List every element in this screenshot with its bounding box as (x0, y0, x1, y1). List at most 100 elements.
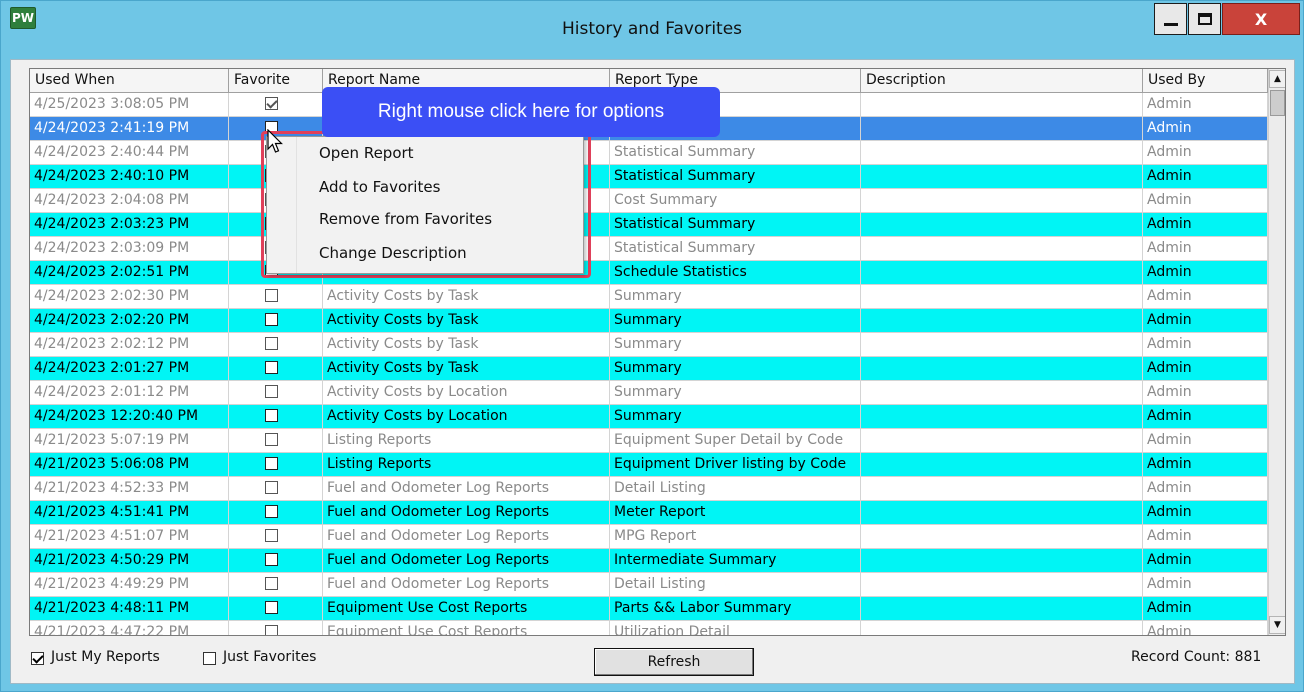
used-by-cell: Admin (1143, 453, 1268, 477)
menu-item-add-to-favorites[interactable]: Add to Favorites (319, 178, 440, 196)
just-favorites-checkbox[interactable] (203, 652, 216, 665)
table-row[interactable]: 4/24/2023 2:03:23 PM Statistical Summary A… (30, 213, 1268, 237)
column-header-used-by[interactable]: Used By (1143, 69, 1268, 93)
description-cell (861, 525, 1143, 549)
report-type-cell: Meter Report (610, 501, 861, 525)
table-row[interactable]: 4/21/2023 4:52:33 PM Fuel and Odometer Lo… (30, 477, 1268, 501)
report-type-cell: Statistical Summary (610, 141, 861, 165)
favorite-cell (229, 597, 323, 621)
favorite-cell (229, 285, 323, 309)
scroll-up-icon[interactable]: ▲ (1269, 70, 1285, 88)
favorite-checkbox[interactable] (265, 457, 278, 470)
favorite-cell (229, 429, 323, 453)
favorite-checkbox[interactable] (265, 433, 278, 446)
favorite-cell (229, 405, 323, 429)
column-header-used-when[interactable]: Used When (30, 69, 229, 93)
menu-item-open-report[interactable]: Open Report (319, 144, 414, 162)
maximize-button[interactable] (1188, 3, 1221, 35)
table-row[interactable]: 4/21/2023 4:48:11 PM Equipment Use Cost R… (30, 597, 1268, 621)
favorite-cell (229, 93, 323, 117)
favorite-checkbox[interactable] (265, 553, 278, 566)
used-by-cell: Admin (1143, 237, 1268, 261)
column-header-description[interactable]: Description (861, 69, 1143, 93)
scroll-down-icon[interactable]: ▼ (1269, 616, 1285, 634)
favorite-checkbox[interactable] (265, 289, 278, 302)
description-cell (861, 453, 1143, 477)
report-type-cell: Cost Summary (610, 189, 861, 213)
minimize-button[interactable] (1154, 3, 1187, 35)
scroll-thumb[interactable] (1270, 90, 1285, 116)
used-by-cell: Admin (1143, 405, 1268, 429)
menu-item-remove-from-favorites[interactable]: Remove from Favorites (319, 210, 492, 228)
table-row[interactable]: 4/24/2023 2:01:27 PM Activity Costs by Ta… (30, 357, 1268, 381)
table-row[interactable]: 4/24/2023 2:02:20 PM Activity Costs by Ta… (30, 309, 1268, 333)
description-cell (861, 165, 1143, 189)
used-by-cell: Admin (1143, 357, 1268, 381)
table-row[interactable]: 4/21/2023 4:51:41 PM Fuel and Odometer Lo… (30, 501, 1268, 525)
context-menu: Open Report Add to Favorites Remove from… (266, 136, 584, 274)
report-name-cell: Equipment Use Cost Reports (323, 621, 610, 635)
used-when-cell: 4/21/2023 4:51:07 PM (30, 525, 229, 549)
table-row[interactable]: 4/21/2023 5:06:08 PM Listing Reports Equip… (30, 453, 1268, 477)
favorite-checkbox[interactable] (265, 481, 278, 494)
table-row[interactable]: 4/24/2023 12:20:40 PM Activity Costs by L… (30, 405, 1268, 429)
used-when-cell: 4/21/2023 4:51:41 PM (30, 501, 229, 525)
favorite-checkbox[interactable] (265, 313, 278, 326)
table-row[interactable]: 4/24/2023 2:02:12 PM Activity Costs by Ta… (30, 333, 1268, 357)
favorite-cell (229, 309, 323, 333)
used-when-cell: 4/24/2023 2:02:30 PM (30, 285, 229, 309)
just-my-reports-label[interactable]: Just My Reports (51, 649, 160, 665)
vertical-scrollbar[interactable]: ▲ ▼ (1268, 69, 1285, 635)
table-row[interactable]: 4/24/2023 2:04:08 PM Cost Summary Admin (30, 189, 1268, 213)
description-cell (861, 117, 1143, 141)
favorite-cell (229, 621, 323, 635)
description-cell (861, 189, 1143, 213)
table-row[interactable]: 4/24/2023 2:02:30 PM Activity Costs by Ta… (30, 285, 1268, 309)
column-header-favorite[interactable]: Favorite (229, 69, 323, 93)
used-by-cell: Admin (1143, 93, 1268, 117)
history-grid[interactable]: Used When Favorite Report Name Report Ty… (29, 68, 1286, 636)
table-row[interactable]: 4/21/2023 4:50:29 PM Fuel and Odometer Lo… (30, 549, 1268, 573)
favorite-checkbox[interactable] (265, 601, 278, 614)
table-row[interactable]: 4/24/2023 2:01:12 PM Activity Costs by Lo… (30, 381, 1268, 405)
used-when-cell: 4/24/2023 2:03:09 PM (30, 237, 229, 261)
close-button[interactable]: X (1222, 3, 1300, 35)
report-type-cell: Parts && Labor Summary (610, 597, 861, 621)
table-row[interactable]: 4/24/2023 2:03:09 PM Statistical Summary A… (30, 237, 1268, 261)
table-row[interactable]: 4/21/2023 4:49:29 PM Fuel and Odometer Lo… (30, 573, 1268, 597)
favorite-checkbox[interactable] (265, 625, 278, 635)
used-by-cell: Admin (1143, 573, 1268, 597)
table-row[interactable]: 4/21/2023 4:47:22 PM Equipment Use Cost R… (30, 621, 1268, 635)
refresh-button[interactable]: Refresh (594, 648, 754, 676)
report-name-cell: Activity Costs by Location (323, 381, 610, 405)
used-when-cell: 4/21/2023 4:52:33 PM (30, 477, 229, 501)
used-by-cell: Admin (1143, 333, 1268, 357)
favorite-checkbox[interactable] (265, 529, 278, 542)
table-row[interactable]: 4/21/2023 5:07:19 PM Listing Reports Equip… (30, 429, 1268, 453)
used-by-cell: Admin (1143, 141, 1268, 165)
used-by-cell: Admin (1143, 549, 1268, 573)
just-favorites-label[interactable]: Just Favorites (223, 649, 316, 665)
favorite-checkbox[interactable] (265, 361, 278, 374)
description-cell (861, 309, 1143, 333)
report-name-cell: Activity Costs by Task (323, 285, 610, 309)
used-by-cell: Admin (1143, 117, 1268, 141)
table-row[interactable]: 4/21/2023 4:51:07 PM Fuel and Odometer Lo… (30, 525, 1268, 549)
used-when-cell: 4/21/2023 4:49:29 PM (30, 573, 229, 597)
report-name-cell: Fuel and Odometer Log Reports (323, 573, 610, 597)
favorite-cell (229, 501, 323, 525)
favorite-checkbox[interactable] (265, 385, 278, 398)
table-row[interactable]: 4/24/2023 2:02:51 PM Schedule Statistics A… (30, 261, 1268, 285)
table-row[interactable]: 4/24/2023 2:40:44 PM Statistical Summary A… (30, 141, 1268, 165)
favorite-checkbox[interactable] (265, 337, 278, 350)
favorite-checkbox[interactable] (265, 577, 278, 590)
favorite-checkbox[interactable] (265, 97, 278, 110)
title-bar[interactable]: PW History and Favorites X (1, 1, 1303, 59)
favorite-checkbox[interactable] (265, 409, 278, 422)
favorite-checkbox[interactable] (265, 505, 278, 518)
report-name-cell: Fuel and Odometer Log Reports (323, 549, 610, 573)
favorite-cell (229, 453, 323, 477)
just-my-reports-checkbox[interactable] (31, 652, 44, 665)
table-row[interactable]: 4/24/2023 2:40:10 PM Statistical Summary A… (30, 165, 1268, 189)
menu-item-change-description[interactable]: Change Description (319, 244, 467, 262)
